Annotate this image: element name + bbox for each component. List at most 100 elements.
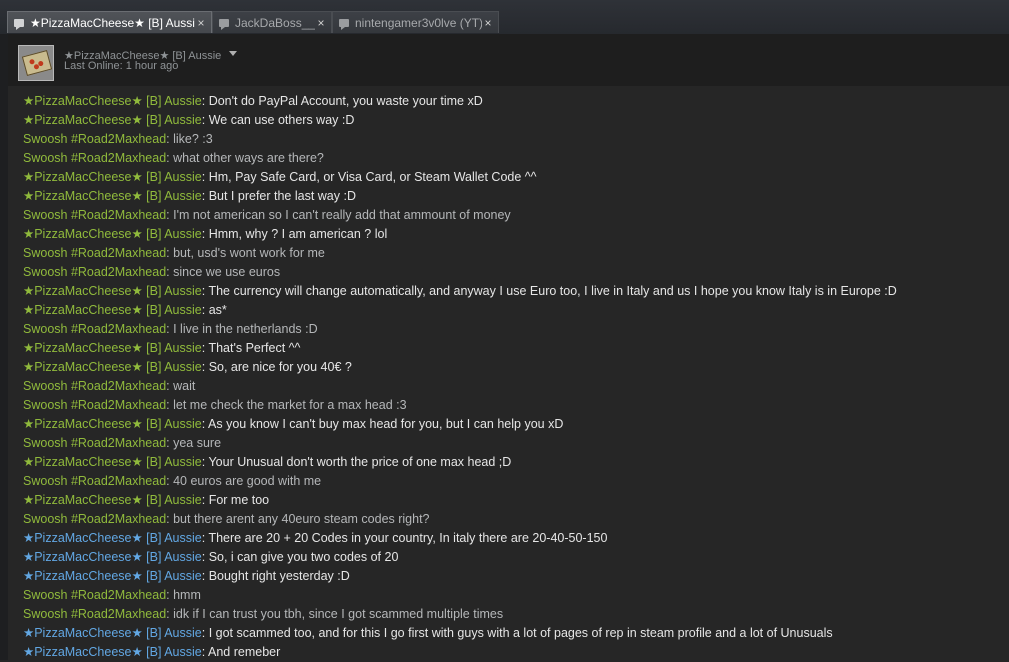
- tab-label: JackDaBoss__: [235, 15, 315, 30]
- message-sender[interactable]: ★PizzaMacCheese★ [B] Aussie: [23, 645, 202, 659]
- chat-message: Swoosh #Road2Maxhead: but, usd's wont wo…: [23, 244, 1003, 263]
- message-text: : wait: [166, 379, 196, 393]
- message-text: : Bought right yesterday :D: [201, 569, 350, 583]
- chat-message: ★PizzaMacCheese★ [B] Aussie: So, are nic…: [23, 358, 1003, 377]
- chat-message: ★PizzaMacCheese★ [B] Aussie: Your Unusua…: [23, 453, 1003, 472]
- message-text: : The currency will change automatically…: [201, 284, 897, 298]
- tab-label: ★PizzaMacCheese★ [B] Aussie: [30, 15, 195, 30]
- message-sender[interactable]: Swoosh #Road2Maxhead: [23, 151, 166, 165]
- friend-header: ★PizzaMacCheese★ [B] Aussie Last Online:…: [8, 34, 1009, 86]
- message-text: : We can use others way :D: [201, 113, 355, 127]
- tab-jackdaboss[interactable]: JackDaBoss__ ×: [212, 11, 332, 33]
- message-sender[interactable]: ★PizzaMacCheese★ [B] Aussie: [23, 94, 202, 108]
- message-sender[interactable]: ★PizzaMacCheese★ [B] Aussie: [23, 170, 202, 184]
- close-icon[interactable]: ×: [195, 16, 207, 30]
- chat-bubble-icon: [339, 18, 349, 30]
- chat-tab-bar: ★PizzaMacCheese★ [B] Aussie × JackDaBoss…: [0, 0, 1009, 34]
- chat-message: ★PizzaMacCheese★ [B] Aussie: Hm, Pay Saf…: [23, 168, 1003, 187]
- message-text: : I'm not american so I can't really add…: [166, 208, 511, 222]
- chat-message: Swoosh #Road2Maxhead: I live in the neth…: [23, 320, 1003, 339]
- chat-message: ★PizzaMacCheese★ [B] Aussie: But I prefe…: [23, 187, 1003, 206]
- chat-message: Swoosh #Road2Maxhead: but there arent an…: [23, 510, 1003, 529]
- tab-pizzamaccheese[interactable]: ★PizzaMacCheese★ [B] Aussie ×: [7, 11, 212, 33]
- message-text: : yea sure: [166, 436, 222, 450]
- message-sender[interactable]: ★PizzaMacCheese★ [B] Aussie: [23, 626, 202, 640]
- message-sender[interactable]: Swoosh #Road2Maxhead: [23, 398, 166, 412]
- message-sender[interactable]: Swoosh #Road2Maxhead: [23, 208, 166, 222]
- message-text: : but there arent any 40euro steam codes…: [166, 512, 430, 526]
- message-text: : That's Perfect ^^: [201, 341, 301, 355]
- message-sender[interactable]: ★PizzaMacCheese★ [B] Aussie: [23, 113, 202, 127]
- message-text: : For me too: [201, 493, 270, 507]
- message-sender[interactable]: Swoosh #Road2Maxhead: [23, 436, 166, 450]
- message-sender[interactable]: ★PizzaMacCheese★ [B] Aussie: [23, 417, 202, 431]
- message-text: : but, usd's wont work for me: [166, 246, 325, 260]
- chat-message: ★PizzaMacCheese★ [B] Aussie: The currenc…: [23, 282, 1003, 301]
- chat-message: ★PizzaMacCheese★ [B] Aussie: Bought righ…: [23, 567, 1003, 586]
- message-sender[interactable]: ★PizzaMacCheese★ [B] Aussie: [23, 227, 202, 241]
- message-sender[interactable]: ★PizzaMacCheese★ [B] Aussie: [23, 569, 202, 583]
- chat-message: ★PizzaMacCheese★ [B] Aussie: So, i can g…: [23, 548, 1003, 567]
- chat-message: ★PizzaMacCheese★ [B] Aussie: I got scamm…: [23, 624, 1003, 643]
- chat-message: ★PizzaMacCheese★ [B] Aussie: There are 2…: [23, 529, 1003, 548]
- chat-message: ★PizzaMacCheese★ [B] Aussie: For me too: [23, 491, 1003, 510]
- window-left-edge: [0, 34, 8, 660]
- message-sender[interactable]: ★PizzaMacCheese★ [B] Aussie: [23, 360, 202, 374]
- message-text: : like? :3: [166, 132, 213, 146]
- message-sender[interactable]: Swoosh #Road2Maxhead: [23, 474, 166, 488]
- tab-nintengamer[interactable]: nintengamer3v0lve (YT) ×: [332, 11, 499, 33]
- message-sender[interactable]: ★PizzaMacCheese★ [B] Aussie: [23, 303, 202, 317]
- chat-message: ★PizzaMacCheese★ [B] Aussie: And remeber: [23, 643, 1003, 662]
- message-text: : hmm: [166, 588, 201, 602]
- message-text: : Hmm, why ? I am american ? lol: [201, 227, 388, 241]
- message-sender[interactable]: ★PizzaMacCheese★ [B] Aussie: [23, 284, 202, 298]
- message-text: : Don't do PayPal Account, you waste you…: [201, 94, 483, 108]
- message-text: : But I prefer the last way :D: [201, 189, 356, 203]
- message-sender[interactable]: Swoosh #Road2Maxhead: [23, 607, 166, 621]
- message-sender[interactable]: ★PizzaMacCheese★ [B] Aussie: [23, 189, 202, 203]
- message-text: : what other ways are there?: [166, 151, 324, 165]
- message-text: : I got scammed too, and for this I go f…: [201, 626, 833, 640]
- chat-message: Swoosh #Road2Maxhead: wait: [23, 377, 1003, 396]
- message-sender[interactable]: ★PizzaMacCheese★ [B] Aussie: [23, 531, 202, 545]
- chat-message: Swoosh #Road2Maxhead: what other ways ar…: [23, 149, 1003, 168]
- close-icon[interactable]: ×: [482, 16, 494, 30]
- chat-message: Swoosh #Road2Maxhead: let me check the m…: [23, 396, 1003, 415]
- message-text: : So, are nice for you 40€ ?: [201, 360, 352, 374]
- message-text: : As you know I can't buy max head for y…: [201, 417, 564, 431]
- message-text: : Hm, Pay Safe Card, or Visa Card, or St…: [201, 170, 537, 184]
- chat-log: ★PizzaMacCheese★ [B] Aussie: Don't do Pa…: [23, 92, 1003, 662]
- message-sender[interactable]: Swoosh #Road2Maxhead: [23, 265, 166, 279]
- chat-message: Swoosh #Road2Maxhead: hmm: [23, 586, 1003, 605]
- pizza-box-icon: [21, 49, 53, 77]
- avatar[interactable]: [18, 45, 54, 81]
- message-text: : since we use euros: [166, 265, 281, 279]
- chat-message: ★PizzaMacCheese★ [B] Aussie: That's Perf…: [23, 339, 1003, 358]
- message-sender[interactable]: Swoosh #Road2Maxhead: [23, 246, 166, 260]
- message-sender[interactable]: ★PizzaMacCheese★ [B] Aussie: [23, 493, 202, 507]
- last-online-status: Last Online: 1 hour ago: [64, 60, 179, 72]
- close-icon[interactable]: ×: [315, 16, 327, 30]
- chat-message: Swoosh #Road2Maxhead: like? :3: [23, 130, 1003, 149]
- message-text: : There are 20 + 20 Codes in your countr…: [201, 531, 608, 545]
- chat-message: Swoosh #Road2Maxhead: I'm not american s…: [23, 206, 1003, 225]
- chat-message: ★PizzaMacCheese★ [B] Aussie: Don't do Pa…: [23, 92, 1003, 111]
- message-text: : as*: [201, 303, 227, 317]
- message-sender[interactable]: ★PizzaMacCheese★ [B] Aussie: [23, 550, 202, 564]
- message-text: : 40 euros are good with me: [166, 474, 322, 488]
- message-sender[interactable]: ★PizzaMacCheese★ [B] Aussie: [23, 341, 202, 355]
- message-sender[interactable]: Swoosh #Road2Maxhead: [23, 322, 166, 336]
- message-text: : idk if I can trust you tbh, since I go…: [166, 607, 504, 621]
- chat-message: Swoosh #Road2Maxhead: since we use euros: [23, 263, 1003, 282]
- tab-label: nintengamer3v0lve (YT): [355, 15, 482, 30]
- chat-bubble-icon: [14, 18, 24, 30]
- message-sender[interactable]: Swoosh #Road2Maxhead: [23, 379, 166, 393]
- message-sender[interactable]: Swoosh #Road2Maxhead: [23, 512, 166, 526]
- chat-message: Swoosh #Road2Maxhead: yea sure: [23, 434, 1003, 453]
- chevron-down-icon[interactable]: [229, 51, 237, 56]
- message-sender[interactable]: ★PizzaMacCheese★ [B] Aussie: [23, 455, 202, 469]
- message-sender[interactable]: Swoosh #Road2Maxhead: [23, 588, 166, 602]
- message-sender[interactable]: Swoosh #Road2Maxhead: [23, 132, 166, 146]
- chat-bubble-icon: [219, 18, 229, 30]
- message-text: : So, i can give you two codes of 20: [201, 550, 399, 564]
